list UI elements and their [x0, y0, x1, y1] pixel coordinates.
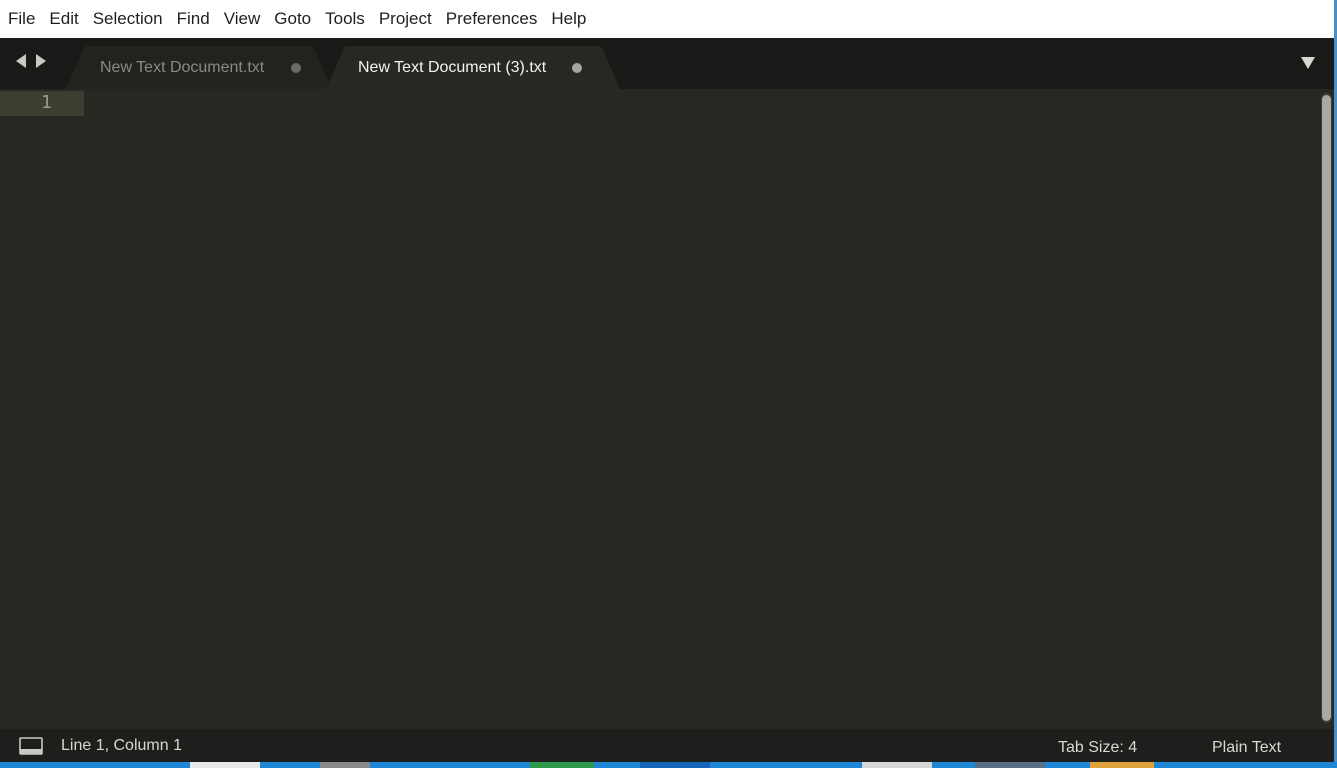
tab-navigation [14, 52, 48, 70]
scrollbar-thumb[interactable] [1322, 95, 1331, 721]
tab-strip: New Text Document.txt New Text Document … [0, 38, 1334, 89]
triangle-right-icon[interactable] [34, 52, 48, 70]
menu-view[interactable]: View [219, 0, 266, 38]
tab-new-text-document[interactable]: New Text Document.txt [66, 46, 332, 89]
cursor-position: Line 1, Column 1 [61, 737, 182, 754]
menu-find[interactable]: Find [172, 0, 215, 38]
menu-file[interactable]: File [3, 0, 40, 38]
unsaved-dot-icon[interactable] [572, 63, 582, 73]
menu-bar: File Edit Selection Find View Goto Tools… [0, 0, 1334, 38]
editor-area[interactable]: 1 [0, 89, 1334, 729]
tab-label-active: New Text Document (3).txt [358, 58, 547, 76]
taskbar-app-icon[interactable] [975, 762, 1045, 768]
taskbar-app-icon[interactable] [320, 762, 370, 768]
menu-tools[interactable]: Tools [320, 0, 370, 38]
menu-preferences[interactable]: Preferences [441, 0, 543, 38]
console-panel-icon[interactable] [19, 737, 43, 755]
taskbar-app-icon[interactable] [640, 762, 710, 768]
menu-selection[interactable]: Selection [88, 0, 168, 38]
taskbar-app-icon[interactable] [862, 762, 932, 768]
syntax-selector[interactable]: Plain Text [1212, 739, 1281, 757]
editor-window: File Edit Selection Find View Goto Tools… [0, 0, 1337, 762]
unsaved-dot-icon[interactable] [291, 63, 301, 73]
triangle-left-icon[interactable] [14, 52, 28, 70]
taskbar-app-icon[interactable] [1090, 762, 1154, 768]
taskbar-app-icon[interactable] [190, 762, 260, 768]
tab-label: New Text Document.txt [100, 58, 265, 76]
taskbar-app-icon[interactable] [530, 762, 594, 768]
tab-new-text-document-3[interactable]: New Text Document (3).txt [326, 46, 620, 89]
menu-help[interactable]: Help [546, 0, 591, 38]
line-number: 1 [41, 92, 52, 113]
line-number-gutter: 1 [0, 89, 84, 729]
menu-edit[interactable]: Edit [44, 0, 83, 38]
status-bar: Line 1, Column 1 Tab Size: 4 Plain Text [0, 729, 1334, 762]
menu-project[interactable]: Project [374, 0, 437, 38]
menu-goto[interactable]: Goto [269, 0, 316, 38]
current-line-highlight: 1 [0, 91, 84, 116]
triangle-down-icon[interactable] [1300, 56, 1316, 70]
tab-size-selector[interactable]: Tab Size: 4 [1058, 739, 1137, 757]
